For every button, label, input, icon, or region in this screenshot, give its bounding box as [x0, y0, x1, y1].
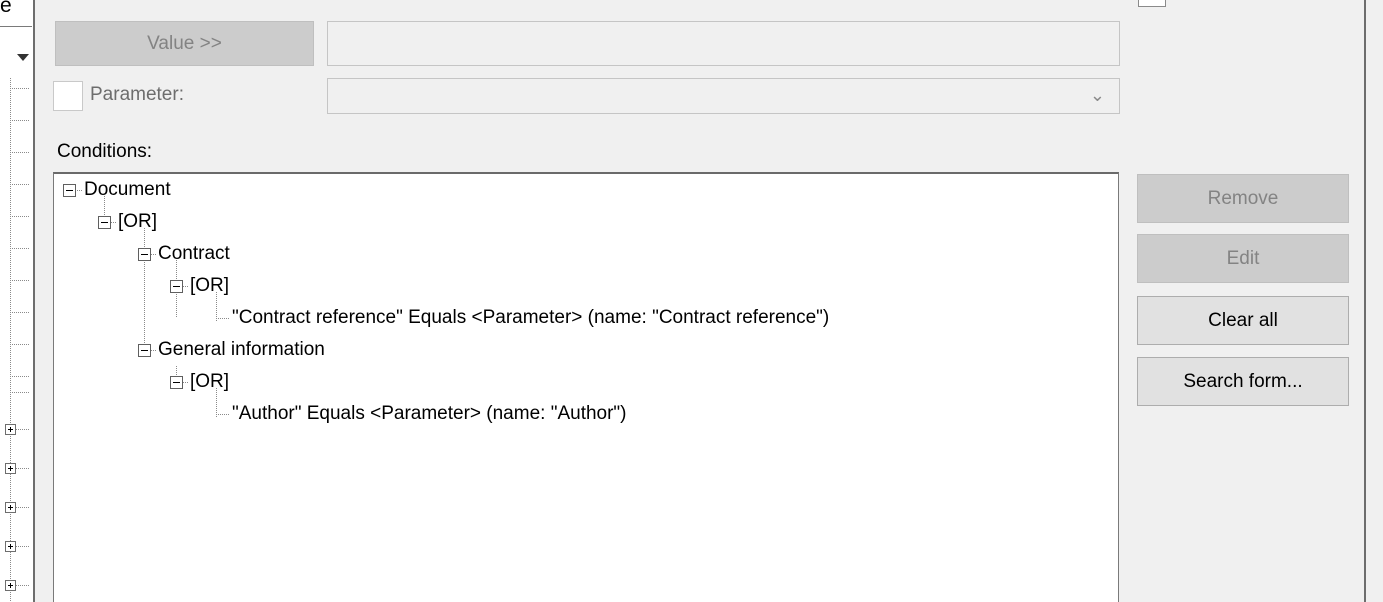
- tree-node-or[interactable]: [OR]: [190, 371, 229, 393]
- chevron-down-icon: ⌄: [1089, 85, 1105, 105]
- right-panel-border: [1364, 0, 1366, 602]
- cut-off-label: e: [0, 0, 12, 17]
- clear-all-button[interactable]: Clear all: [1137, 296, 1349, 345]
- search-form-button[interactable]: Search form...: [1137, 357, 1349, 406]
- tree-node-author-condition[interactable]: "Author" Equals <Parameter> (name: "Auth…: [232, 403, 627, 425]
- cut-off-checkbox[interactable]: [1138, 0, 1166, 7]
- collapse-icon[interactable]: [138, 248, 151, 261]
- expand-icon[interactable]: [5, 463, 16, 474]
- tree-node-contract-condition[interactable]: "Contract reference" Equals <Parameter> …: [232, 307, 829, 329]
- tree-node-document[interactable]: Document: [84, 179, 171, 201]
- conditions-tree[interactable]: Document [OR] Contract [OR] "Contract re…: [53, 172, 1119, 602]
- panel-divider: [33, 0, 35, 602]
- expand-icon[interactable]: [5, 424, 16, 435]
- edit-button[interactable]: Edit: [1137, 234, 1349, 283]
- collapse-icon[interactable]: [170, 376, 183, 389]
- parameter-label: Parameter:: [90, 84, 184, 105]
- collapse-icon[interactable]: [63, 184, 76, 197]
- value-button[interactable]: Value >>: [55, 21, 314, 66]
- dropdown-arrow-icon[interactable]: [17, 54, 29, 61]
- remove-button[interactable]: Remove: [1137, 174, 1349, 223]
- tree-node-or[interactable]: [OR]: [118, 211, 157, 233]
- tree-node-general-information[interactable]: General information: [158, 339, 325, 361]
- expand-icon[interactable]: [5, 580, 16, 591]
- expand-icon[interactable]: [5, 502, 16, 513]
- left-tree-strip: e: [0, 0, 34, 602]
- value-input[interactable]: [327, 21, 1120, 66]
- collapse-icon[interactable]: [98, 216, 111, 229]
- conditions-label: Conditions:: [57, 141, 153, 162]
- parameter-checkbox[interactable]: [53, 81, 83, 111]
- parameter-select[interactable]: ⌄: [327, 78, 1120, 114]
- search-conditions-dialog: e Value >> Parameter: ⌄ Conditions: Docu…: [0, 0, 1383, 602]
- tree-node-or[interactable]: [OR]: [190, 275, 229, 297]
- collapse-icon[interactable]: [170, 280, 183, 293]
- expand-icon[interactable]: [5, 541, 16, 552]
- tree-node-contract[interactable]: Contract: [158, 243, 230, 265]
- collapse-icon[interactable]: [138, 344, 151, 357]
